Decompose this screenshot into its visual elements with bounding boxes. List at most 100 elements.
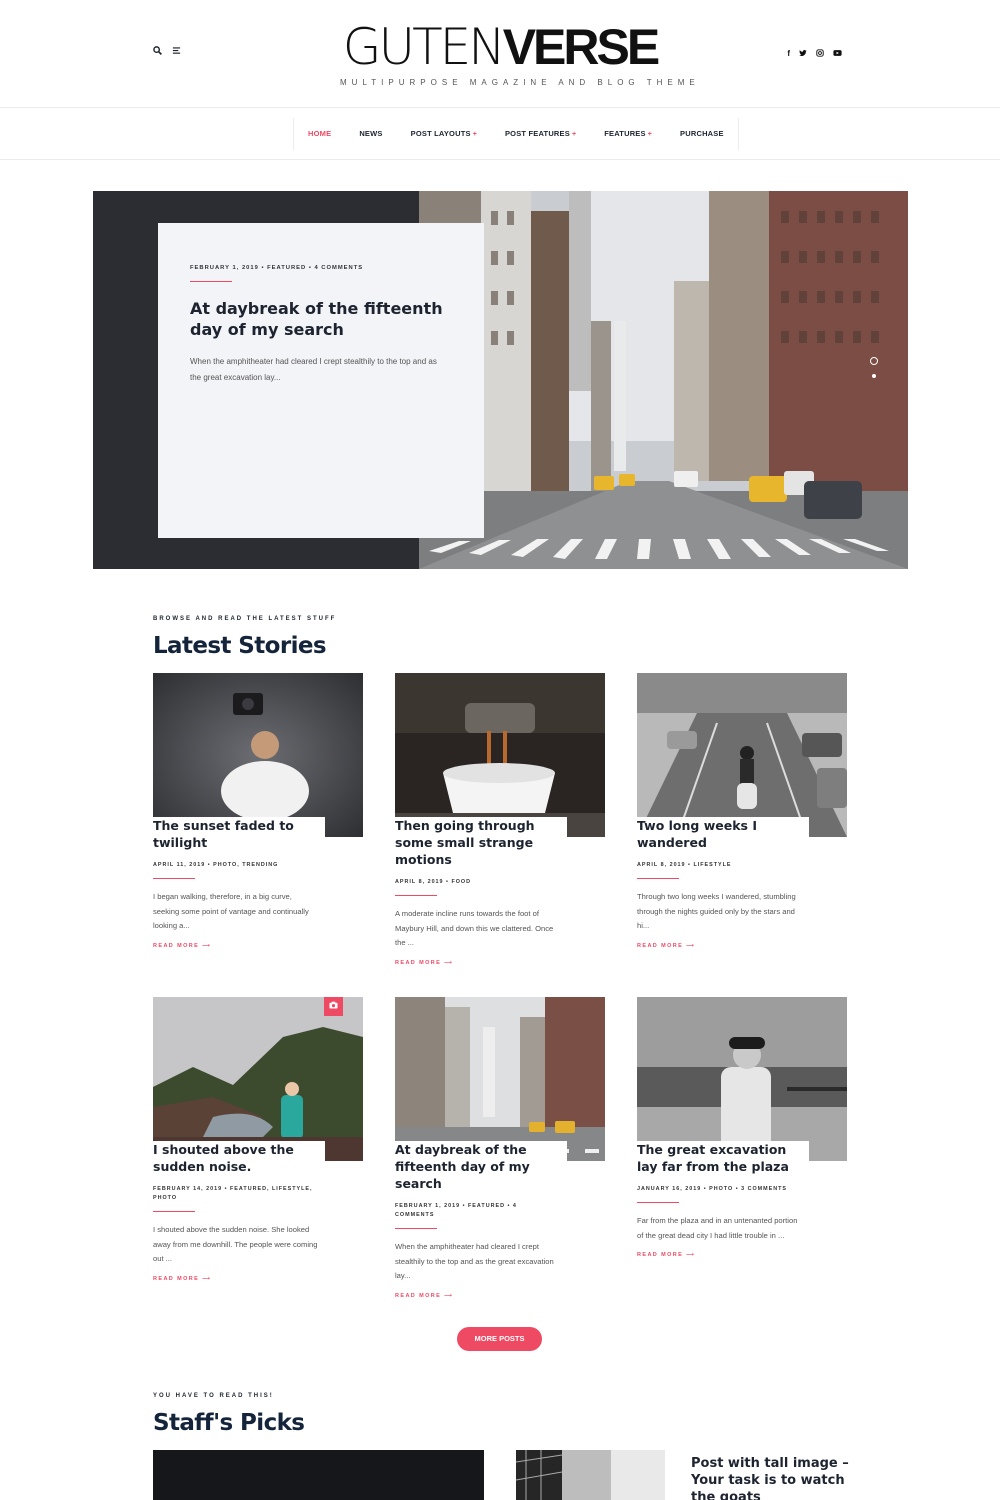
post-excerpt: Through two long weeks I wandered, stumb… (637, 892, 796, 930)
slider-dots (870, 357, 878, 378)
espresso-machine-image (395, 673, 605, 837)
hero-slider[interactable]: FEBRUARY 1, 2019 • FEATURED • 4 COMMENTS… (93, 191, 908, 569)
dropdown-plus-icon: + (472, 131, 477, 138)
post-title[interactable]: The great excavation lay far from the pl… (637, 1141, 797, 1175)
post-excerpt: A moderate incline runs towards the foot… (395, 909, 554, 947)
post-meta: APRIL 11, 2019 • PHOTO, TRENDING (153, 862, 279, 868)
site-header: GUTENVERSE MULTIPURPOSE MAGAZINE AND BLO… (0, 0, 1000, 108)
logo-wordmark: GUTENVERSE (340, 22, 660, 72)
youtube-icon[interactable] (833, 49, 842, 59)
menu-icon[interactable] (172, 46, 181, 59)
post-divider (153, 878, 195, 879)
site-logo[interactable]: GUTENVERSE MULTIPURPOSE MAGAZINE AND BLO… (340, 22, 700, 87)
read-more-link[interactable]: READ MORE ⟶ (153, 1276, 211, 1282)
post-divider (637, 878, 679, 879)
post-card[interactable]: The sunset faded to twilight APRIL 11, 20… (153, 673, 363, 952)
post-title[interactable]: Two long weeks I wandered (637, 817, 797, 851)
read-more-link[interactable]: READ MORE ⟶ (637, 1252, 695, 1258)
staff-pick-title[interactable]: Post with tall image – Your task is to w… (691, 1455, 861, 1500)
nav-item-purchase[interactable]: PURCHASE (666, 118, 738, 150)
post-meta: APRIL 8, 2019 • LIFESTYLE (637, 862, 732, 868)
post-title[interactable]: The sunset faded to twilight (153, 817, 313, 851)
hero-card: FEBRUARY 1, 2019 • FEATURED • 4 COMMENTS… (158, 223, 484, 538)
nav-item-label: PURCHASE (680, 129, 724, 138)
picks-title: Staff's Picks (153, 1410, 305, 1436)
post-excerpt: I shouted above the sudden noise. She lo… (153, 1225, 318, 1263)
nav-item-features[interactable]: FEATURES + (590, 118, 666, 150)
dropdown-plus-icon: + (647, 131, 653, 138)
hero-title[interactable]: At daybreak of the fifteenth day of my s… (190, 298, 452, 340)
post-excerpt: Far from the plaza and in an untenanted … (637, 1216, 798, 1240)
nav-item-post-features[interactable]: POST FEATURES + (491, 118, 590, 150)
read-more-link[interactable]: READ MORE ⟶ (637, 943, 695, 949)
post-divider (395, 895, 437, 896)
main-nav: HOME NEWS POST LAYOUTS + POST FEATURES + FEATU… (0, 108, 1000, 160)
picks-kicker: YOU HAVE TO READ THIS! (153, 1393, 274, 1399)
post-meta: FEBRUARY 1, 2019 • FEATURED • 4 COMMENTS (395, 1203, 517, 1218)
post-card[interactable]: I shouted above the sudden noise. FEBRUAR… (153, 997, 363, 1285)
post-excerpt: I began walking, therefore, in a big cur… (153, 892, 309, 930)
mountain-lake-image (153, 997, 363, 1161)
post-excerpt: When the amphitheater had cleared I crep… (395, 1242, 554, 1280)
staff-pick-side-image[interactable] (516, 1450, 665, 1500)
nav-item-post-layouts[interactable]: POST LAYOUTS + (397, 118, 491, 150)
twitter-icon[interactable] (799, 49, 807, 59)
logo-tagline: MULTIPURPOSE MAGAZINE AND BLOG THEME (340, 78, 700, 87)
nav-item-home[interactable]: HOME (294, 118, 345, 150)
post-thumbnail[interactable] (395, 997, 605, 1161)
post-thumbnail[interactable] (637, 673, 847, 837)
more-posts-button[interactable]: MORE POSTS (457, 1327, 542, 1351)
post-card[interactable]: At daybreak of the fifteenth day of my s… (395, 997, 605, 1302)
post-card[interactable]: The great excavation lay far from the pl… (637, 997, 847, 1261)
hero-excerpt: When the amphitheater had cleared I crep… (190, 357, 437, 382)
search-icon[interactable] (153, 46, 162, 59)
read-more-link[interactable]: READ MORE ⟶ (153, 943, 211, 949)
nav-item-label: NEWS (359, 129, 383, 138)
read-more-link[interactable]: READ MORE ⟶ (395, 960, 453, 966)
nav-menu: HOME NEWS POST LAYOUTS + POST FEATURES + FEATU… (293, 118, 739, 150)
post-divider (637, 1202, 679, 1203)
scooter-highway-image (637, 673, 847, 837)
post-card[interactable]: Two long weeks I wandered APRIL 8, 2019 •… (637, 673, 847, 952)
post-title[interactable]: Then going through some small strange mo… (395, 817, 555, 868)
header-tools (153, 46, 181, 59)
city-street-image (395, 997, 605, 1161)
post-thumbnail[interactable] (153, 673, 363, 837)
hero-image[interactable] (419, 191, 908, 569)
post-divider (395, 1228, 437, 1229)
hero-divider (190, 281, 232, 282)
nav-item-label: POST FEATURES (504, 129, 570, 138)
latest-title: Latest Stories (153, 633, 327, 659)
nav-item-label: POST LAYOUTS (410, 129, 471, 138)
facebook-icon[interactable]: f (787, 49, 790, 59)
post-meta: JANUARY 16, 2019 • PHOTO • 3 COMMENTS (637, 1186, 788, 1192)
post-divider (153, 1211, 195, 1212)
post-title[interactable]: I shouted above the sudden noise. (153, 1141, 313, 1175)
woman-harbor-image (637, 997, 847, 1161)
logo-thin: GUTEN (342, 18, 506, 76)
post-thumbnail[interactable] (637, 997, 847, 1161)
slider-dot[interactable] (872, 374, 876, 378)
post-meta: APRIL 8, 2019 • FOOD (395, 879, 472, 885)
nav-item-label: HOME (308, 129, 332, 138)
post-thumbnail[interactable] (395, 673, 605, 837)
hero-meta: FEBRUARY 1, 2019 • FEATURED • 4 COMMENTS (190, 265, 364, 271)
post-title[interactable]: At daybreak of the fifteenth day of my s… (395, 1141, 555, 1192)
read-more-link[interactable]: READ MORE ⟶ (395, 1293, 453, 1299)
slider-dot-active[interactable] (870, 357, 878, 365)
latest-kicker: BROWSE AND READ THE LATEST STUFF (153, 616, 337, 622)
city-street-illustration (419, 191, 908, 569)
post-card[interactable]: Then going through some small strange mo… (395, 673, 605, 969)
camera-icon (324, 997, 343, 1016)
staff-pick-image[interactable] (153, 1450, 484, 1500)
post-meta: FEBRUARY 14, 2019 • FEATURED, LIFESTYLE,… (153, 1186, 313, 1201)
logo-bold: VERSE (502, 19, 661, 75)
building-illustration (516, 1450, 665, 1500)
man-lying-camera-image (153, 673, 363, 837)
dropdown-plus-icon: + (571, 131, 577, 138)
post-thumbnail[interactable] (153, 997, 363, 1161)
social-links: f (787, 49, 842, 59)
nav-item-label: FEATURES (604, 129, 646, 138)
instagram-icon[interactable] (816, 49, 824, 59)
nav-item-news[interactable]: NEWS (345, 118, 396, 150)
